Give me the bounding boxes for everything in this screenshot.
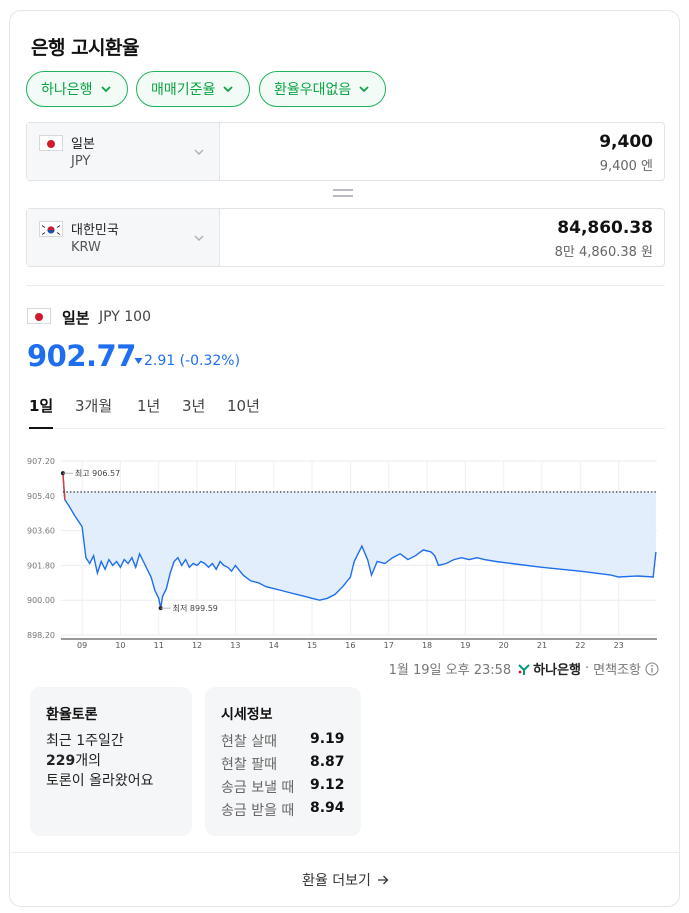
y-tick-label: 898.20 [27, 631, 55, 640]
discussion-title: 환율토론 [46, 707, 98, 723]
tab-1-day[interactable]: 1일 [29, 395, 54, 429]
from-currency-select[interactable]: 일본 JPY [27, 123, 220, 180]
japan-flag-icon [39, 135, 63, 151]
y-tick-label: 903.60 [27, 527, 55, 536]
market-row-label: 송금 보낼 때 [221, 780, 295, 796]
info-icon[interactable] [645, 661, 659, 676]
x-tick-label: 19 [460, 641, 470, 650]
exchange-rate-card: 은행 고시환율 하나은행 매매기준율 환율우대없음 일본 JPY 9,400 9… [9, 10, 680, 907]
chevron-down-icon [359, 86, 369, 93]
discussion-count-line: 229개의 [46, 751, 154, 771]
update-info: 1월 19일 오후 23:58 하나은행 · 면책조항 [389, 659, 659, 678]
x-tick-label: 21 [537, 641, 547, 650]
down-triangle-icon [134, 358, 143, 364]
from-country-name: 일본 [71, 137, 95, 152]
preferential-filter-button[interactable]: 환율우대없음 [259, 71, 387, 107]
discussion-line-1: 최근 1주일간 [46, 733, 124, 749]
to-country-name: 대한민국 [71, 223, 119, 238]
discussion-text: 최근 1주일간 229개의 토론이 올라왔어요 [46, 731, 154, 791]
chevron-down-icon [223, 86, 234, 93]
x-tick-label: 17 [384, 641, 394, 650]
tab-3-months[interactable]: 3개월 [75, 395, 112, 429]
discussion-count-suffix: 개의 [75, 753, 101, 769]
y-tick-label: 905.40 [27, 492, 55, 501]
from-amount-text: 9,400 엔 [599, 159, 653, 174]
rate-change-value: 2.91 (-0.32%) [144, 353, 241, 369]
card-title: 은행 고시환율 [31, 37, 140, 59]
x-tick-label: 23 [614, 641, 624, 650]
tab-10-years[interactable]: 10년 [227, 395, 260, 429]
x-tick-label: 22 [575, 641, 585, 650]
market-row-value: 8.87 [310, 754, 345, 770]
current-rate: 902.77 [27, 339, 136, 373]
discussion-line-3: 토론이 올라왔어요 [46, 773, 154, 789]
market-row-label: 송금 받을 때 [221, 803, 295, 819]
separator-dot: · [585, 661, 590, 676]
bank-filter-button[interactable]: 하나은행 [26, 71, 128, 107]
market-row-label: 현찰 살때 [221, 734, 277, 750]
x-tick-label: 11 [154, 641, 164, 650]
to-amount-text: 8만 4,860.38 원 [554, 245, 653, 260]
x-tick-label: 09 [77, 641, 87, 650]
discussion-box[interactable]: 환율토론 최근 1주일간 229개의 토론이 올라왔어요 [30, 687, 192, 836]
to-currency-select[interactable]: 대한민국 KRW [27, 209, 220, 266]
x-tick-label: 14 [269, 641, 279, 650]
discussion-count: 229 [46, 753, 76, 769]
market-row-value: 8.94 [310, 800, 345, 816]
section-divider [26, 285, 665, 286]
market-row-value: 9.12 [310, 777, 345, 793]
from-amount-input[interactable]: 9,400 [599, 132, 653, 152]
to-currency-code: KRW [71, 240, 101, 255]
arrow-right-icon [377, 875, 389, 884]
preferential-filter-label: 환율우대없음 [274, 82, 352, 98]
y-tick-label: 907.20 [27, 457, 55, 466]
equals-icon [333, 189, 353, 199]
rate-type-filter-button[interactable]: 매매기준율 [136, 71, 251, 107]
currency-code: JPY 100 [99, 309, 151, 325]
currency-name: 일본 [62, 309, 90, 327]
period-tabs: 1일 3개월 1년 3년 10년 [26, 395, 665, 429]
more-rates-label: 환율 더보기 [302, 872, 371, 889]
bank-filter-label: 하나은행 [41, 82, 93, 98]
from-currency-code: JPY [71, 154, 91, 169]
rate-type-filter-label: 매매기준율 [151, 82, 216, 98]
rate-chart[interactable]: 907.20 905.40 903.60 901.80 900.00 898.20 09 10… [26, 444, 665, 654]
chevron-down-icon [100, 86, 111, 93]
market-row-label: 현찰 팔때 [221, 757, 277, 773]
from-currency-row: 일본 JPY 9,400 9,400 엔 [26, 122, 665, 181]
y-tick-label: 901.80 [27, 561, 55, 570]
x-tick-label: 15 [307, 641, 317, 650]
rate-change: 2.91 (-0.32%) [134, 353, 240, 369]
chevron-down-icon [194, 235, 204, 241]
disclaimer-link[interactable]: 면책조항 [593, 659, 641, 678]
x-tick-label: 20 [499, 641, 509, 650]
to-amount-input[interactable]: 84,860.38 [557, 218, 653, 238]
more-rates-button[interactable]: 환율 더보기 [11, 852, 680, 906]
max-label: 최고 906.57 [75, 468, 120, 478]
x-tick-label: 13 [230, 641, 240, 650]
x-tick-label: 10 [115, 641, 125, 650]
rate-area [62, 473, 656, 609]
min-label: 최저 899.59 [173, 603, 218, 613]
x-tick-label: 18 [422, 641, 432, 650]
y-tick-label: 900.00 [27, 596, 55, 605]
update-time: 1월 19일 오후 23:58 [388, 663, 512, 678]
x-tick-label: 12 [192, 641, 202, 650]
source-bank-name: 하나은행 [533, 663, 582, 678]
tab-1-year[interactable]: 1년 [137, 395, 160, 429]
hana-bank-logo-icon [518, 663, 530, 675]
to-currency-row: 대한민국 KRW 84,860.38 8만 4,860.38 원 [26, 208, 665, 267]
japan-flag-icon [27, 308, 51, 324]
tab-3-years[interactable]: 3년 [182, 395, 205, 429]
market-info-title: 시세정보 [221, 707, 273, 723]
market-info-box: 시세정보 현찰 살때 9.19 현찰 팔때 8.87 송금 보낼 때 9.12 … [205, 687, 361, 836]
x-tick-label: 16 [345, 641, 355, 650]
market-row-value: 9.19 [310, 731, 345, 747]
korea-flag-icon [39, 221, 63, 237]
chevron-down-icon [194, 149, 204, 155]
source-bank: 하나은행 [517, 659, 581, 678]
